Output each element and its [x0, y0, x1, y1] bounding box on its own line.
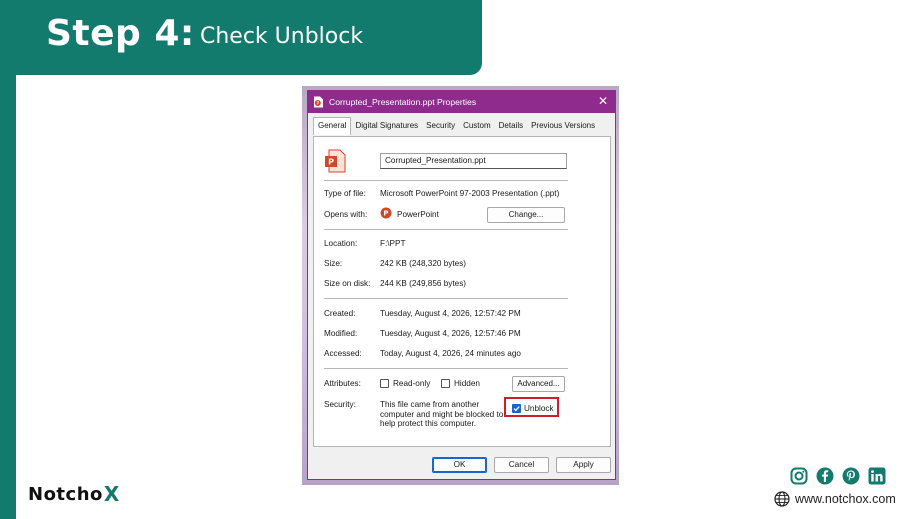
separator: [324, 298, 568, 299]
svg-text:P: P: [328, 158, 334, 167]
security-message: This file came from another computer and…: [380, 400, 503, 429]
opens-with-label: Opens with:: [324, 210, 368, 219]
attributes-label: Attributes:: [324, 379, 361, 388]
brand-logo: Notch o X: [28, 482, 120, 506]
accessed-label: Accessed:: [324, 349, 362, 358]
security-label: Security:: [324, 400, 356, 409]
tab-custom[interactable]: Custom: [459, 118, 495, 136]
opens-with-value: PowerPoint: [397, 210, 439, 219]
size-value: 242 KB (248,320 bytes): [380, 259, 467, 268]
logo-x: X: [103, 482, 120, 506]
tab-digital-signatures[interactable]: Digital Signatures: [351, 118, 422, 136]
accessed-value: Today, August 4, 2026, 24 minutes ago: [380, 349, 521, 358]
tab-bar: General Digital Signatures Security Cust…: [313, 117, 599, 136]
website[interactable]: www.notchox.com: [774, 491, 896, 507]
readonly-checkbox[interactable]: [380, 379, 389, 388]
logo-text: Notch: [28, 483, 91, 505]
website-url[interactable]: www.notchox.com: [795, 492, 896, 506]
location-label: Location:: [324, 239, 358, 248]
dialog-titlebar: P Corrupted_Presentation.ppt Properties …: [308, 91, 615, 113]
location-value: F:\PPT: [380, 239, 406, 248]
powerpoint-icon: P: [380, 207, 392, 219]
linkedin-icon[interactable]: [867, 466, 887, 486]
filename-field[interactable]: Corrupted_Presentation.ppt: [380, 153, 567, 169]
step-title: Step 4:: [46, 13, 195, 54]
ppt-large-file-icon: P: [325, 149, 346, 173]
separator: [324, 229, 568, 230]
hidden-label: Hidden: [454, 379, 480, 388]
tab-previous-versions[interactable]: Previous Versions: [527, 118, 599, 136]
svg-text:P: P: [316, 101, 319, 107]
logo-o: o: [90, 483, 103, 505]
tab-details[interactable]: Details: [495, 118, 527, 136]
close-icon[interactable]: ✕: [598, 95, 608, 107]
size-label: Size:: [324, 259, 343, 268]
dialog-title: Corrupted_Presentation.ppt Properties: [329, 97, 477, 107]
created-label: Created:: [324, 309, 356, 318]
cancel-button[interactable]: Cancel: [494, 457, 549, 473]
modified-label: Modified:: [324, 329, 358, 338]
tab-security[interactable]: Security: [422, 118, 459, 136]
ok-button[interactable]: OK: [432, 457, 487, 473]
type-label: Type of file:: [324, 189, 366, 198]
hidden-checkbox[interactable]: [441, 379, 450, 388]
header-band: Step 4: Check Unblock: [0, 0, 482, 75]
separator: [324, 180, 568, 181]
screenshot-frame: P Corrupted_Presentation.ppt Properties …: [302, 86, 619, 485]
tab-general[interactable]: General: [313, 117, 352, 135]
readonly-label: Read-only: [393, 379, 431, 388]
size-on-disk-label: Size on disk:: [324, 279, 371, 288]
advanced-button[interactable]: Advanced...: [512, 376, 565, 392]
step-subtitle: Check Unblock: [200, 24, 364, 49]
change-button[interactable]: Change...: [487, 207, 565, 223]
apply-button[interactable]: Apply: [556, 457, 611, 473]
size-on-disk-value: 244 KB (249,856 bytes): [380, 279, 467, 288]
unblock-highlight-box: [504, 397, 559, 417]
svg-text:P: P: [383, 210, 388, 218]
security-message-line: computer and might be blocked to: [380, 409, 504, 419]
security-message-line: help protect this computer.: [380, 419, 477, 428]
type-value: Microsoft PowerPoint 97-2003 Presentatio…: [380, 189, 560, 198]
general-panel: P Corrupted_Presentation.ppt Type of fil…: [313, 136, 611, 447]
ppt-file-icon: P: [314, 96, 323, 108]
modified-value: Tuesday, August 4, 2026, 12:57:46 PM: [380, 329, 521, 338]
pinterest-icon[interactable]: [841, 466, 861, 486]
instagram-icon[interactable]: [789, 466, 809, 486]
security-message-line: This file came from another: [380, 400, 480, 409]
left-accent-bar: [0, 0, 16, 519]
facebook-icon[interactable]: [815, 466, 835, 486]
properties-dialog: P Corrupted_Presentation.ppt Properties …: [307, 90, 616, 480]
social-icons: [789, 466, 887, 486]
separator: [324, 368, 568, 369]
created-value: Tuesday, August 4, 2026, 12:57:42 PM: [380, 309, 521, 318]
globe-icon: [774, 491, 790, 507]
